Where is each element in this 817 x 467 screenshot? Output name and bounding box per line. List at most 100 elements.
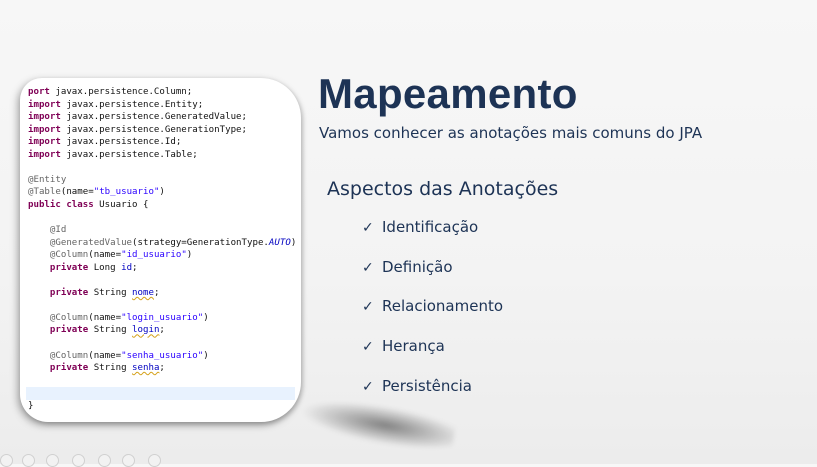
code-line: private String senha; xyxy=(28,362,165,374)
bullet-label: Definição xyxy=(382,258,453,276)
code-token: @Entity xyxy=(28,174,67,185)
check-icon: ✓ xyxy=(362,260,374,276)
code-token: javax.persistence.GenerationType; xyxy=(60,124,248,135)
code-line: import javax.persistence.Entity; xyxy=(28,99,203,111)
current-line-highlight xyxy=(26,387,295,400)
code-token: (name= xyxy=(88,350,122,361)
code-token: javax.persistence.Entity; xyxy=(60,99,204,110)
code-line: @Column(name="login_usuario") xyxy=(28,312,209,324)
code-token: (strategy=GenerationType. xyxy=(132,237,269,248)
bullet-label: Relacionamento xyxy=(382,297,504,315)
more-icon[interactable] xyxy=(148,454,161,467)
check-icon: ✓ xyxy=(362,339,374,355)
code-token: (name= xyxy=(88,312,122,323)
slide-title: Mapeamento xyxy=(318,70,578,117)
code-token: String xyxy=(88,287,133,298)
code-token: ) xyxy=(186,250,193,261)
code-line: @Column(name="senha_usuario") xyxy=(28,350,209,362)
code-line: private String nome; xyxy=(28,287,160,299)
code-token: private xyxy=(49,262,89,273)
code-token: import xyxy=(28,112,61,123)
code-token: ; xyxy=(132,262,138,273)
bullet-item: ✓ Relacionamento xyxy=(362,297,503,319)
code-line: @Entity xyxy=(28,174,66,186)
code-token: (name= xyxy=(60,187,94,198)
code-token: ; xyxy=(153,287,160,298)
code-token: @Id xyxy=(49,225,67,236)
code-token: "senha_usuario" xyxy=(121,350,204,361)
slides-icon[interactable] xyxy=(122,454,135,467)
code-token: import xyxy=(28,137,61,148)
code-token: Usuario { xyxy=(93,199,149,210)
slide-subtitle: Vamos conhecer as anotações mais comuns … xyxy=(319,124,703,142)
code-token: import xyxy=(28,99,61,110)
code-token: ; xyxy=(159,363,165,374)
code-token: import xyxy=(28,149,61,160)
code-token: Long xyxy=(88,262,122,273)
code-token: @Column xyxy=(49,250,89,261)
code-line: import javax.persistence.Table; xyxy=(28,149,198,161)
code-token: ; xyxy=(159,325,165,336)
code-token: @GeneratedValue xyxy=(49,237,133,248)
code-token: ) xyxy=(203,312,209,323)
code-token: private xyxy=(49,363,89,374)
code-token: javax.persistence.Table; xyxy=(60,149,198,160)
code-token: (name= xyxy=(88,250,122,261)
code-token: login xyxy=(132,325,160,336)
code-token: javax.persistence.Id; xyxy=(60,137,182,148)
bullet-item: ✓ Definição xyxy=(362,258,453,280)
code-token: "tb_usuario" xyxy=(93,187,160,198)
code-token: @Column xyxy=(49,350,89,361)
code-screenshot: port javax.persistence.Column; import jav… xyxy=(20,78,301,422)
code-line: private Long id; xyxy=(28,262,138,274)
code-token: id xyxy=(121,262,133,273)
card-shadow xyxy=(297,391,458,457)
bullet-item: ✓ Identificação xyxy=(362,218,478,240)
code-token: ) xyxy=(203,350,209,361)
pen-icon[interactable] xyxy=(46,454,59,467)
code-token: private xyxy=(49,325,89,336)
code-token: public class xyxy=(28,199,94,210)
code-line: @Table(name="tb_usuario") xyxy=(28,186,165,198)
code-token: } xyxy=(28,400,34,411)
code-token: "login_usuario" xyxy=(121,312,204,323)
code-line: @Id xyxy=(28,224,66,236)
code-line: private String login; xyxy=(28,324,165,336)
code-token: import xyxy=(28,124,61,135)
bullet-label: Identificação xyxy=(382,218,479,236)
code-line: @Column(name="id_usuario") xyxy=(28,249,192,261)
presentation-toolbar xyxy=(0,452,170,467)
code-token: javax.persistence.Column; xyxy=(49,87,193,97)
check-icon: ✓ xyxy=(362,379,374,395)
code-token: "id_usuario" xyxy=(121,250,187,261)
forward-icon[interactable] xyxy=(22,454,35,467)
code-token: @Table xyxy=(28,187,61,198)
code-token: port xyxy=(28,87,50,97)
code-token: String xyxy=(88,363,133,374)
highlighter-icon[interactable] xyxy=(72,454,85,467)
zoom-icon[interactable] xyxy=(98,454,111,467)
code-line: import javax.persistence.GeneratedValue; xyxy=(28,111,247,123)
code-token: AUTO xyxy=(268,237,291,248)
code-token: ) xyxy=(159,187,165,198)
section-heading: Aspectos das Anotações xyxy=(327,178,559,200)
code-token: @Column xyxy=(49,312,89,323)
bullet-label: Herança xyxy=(382,337,445,355)
back-icon[interactable] xyxy=(0,454,13,467)
code-token: senha xyxy=(132,363,160,374)
code-line: public class Usuario { xyxy=(28,199,148,211)
code-line: } xyxy=(28,400,33,412)
code-line: import javax.persistence.GenerationType; xyxy=(28,124,247,136)
code-line: @GeneratedValue(strategy=GenerationType.… xyxy=(28,237,296,249)
code-token: javax.persistence.GeneratedValue; xyxy=(60,112,248,123)
code-token: ) xyxy=(290,237,297,248)
code-line: import javax.persistence.Id; xyxy=(28,136,181,148)
check-icon: ✓ xyxy=(362,220,374,236)
